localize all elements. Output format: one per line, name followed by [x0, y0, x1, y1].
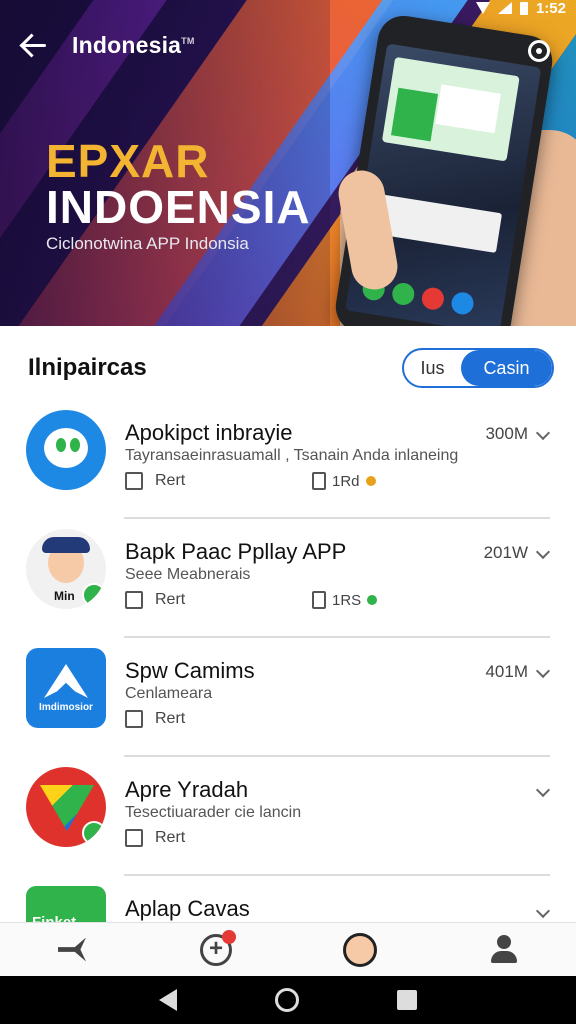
checkbox[interactable]	[125, 829, 143, 847]
hero-subtitle: Ciclonotwina APP Indonsia	[46, 234, 249, 253]
app-list: Apokipct inbrayie Tayransaeinrasuamall ,…	[0, 400, 576, 995]
recents-icon[interactable]	[397, 990, 417, 1010]
chevron-down-icon[interactable]	[535, 544, 551, 560]
item-meta: 1Rd	[312, 472, 376, 490]
nav-add-button[interactable]: +	[194, 928, 238, 972]
system-nav-bar	[0, 976, 576, 1024]
nav-profile-button[interactable]	[482, 928, 526, 972]
bottom-nav: +	[0, 922, 576, 976]
checkbox[interactable]	[125, 591, 143, 609]
item-title: Spw Camims	[125, 658, 255, 683]
chat-bubble-icon	[26, 410, 106, 490]
chevron-down-icon[interactable]	[535, 663, 551, 679]
item-checkbox-row[interactable]: Rert	[125, 472, 185, 490]
meta-value: 1RS	[332, 591, 362, 609]
chevron-down-icon[interactable]	[535, 903, 551, 919]
status-time: 1:52	[535, 0, 566, 17]
item-size: 401M	[485, 662, 528, 681]
plane-icon	[58, 937, 86, 962]
item-size: 201W	[483, 543, 528, 562]
status-dot-icon	[367, 595, 378, 605]
item-title: Apokipct inbrayie	[125, 420, 293, 445]
checkbox[interactable]	[125, 710, 143, 728]
app-bar: IndonesiaTM	[18, 30, 195, 60]
home-icon[interactable]	[275, 988, 299, 1012]
battery-icon	[519, 1, 528, 15]
chevron-down-icon[interactable]	[535, 425, 551, 441]
back-arrow-icon[interactable]	[18, 30, 48, 60]
item-checkbox-row[interactable]: Rert	[125, 829, 185, 847]
status-dot-icon	[365, 476, 376, 486]
item-checkbox-row[interactable]: Rert	[125, 710, 185, 728]
checkbox-label: Rert	[155, 710, 186, 727]
toggle-option-casin[interactable]: Casin	[460, 350, 552, 386]
meta-value: 1Rd	[332, 472, 360, 490]
list-item[interactable]: Apre Yradah Tesectiuarader cie lancin Re…	[0, 757, 576, 876]
wifi-icon	[475, 2, 490, 14]
item-subtitle: Tesectiuarader cie lancin	[125, 804, 302, 821]
hero-title-line1: EPXAR	[46, 135, 210, 187]
list-item[interactable]: Apokipct inbrayie Tayransaeinrasuamall ,…	[0, 400, 576, 519]
list-item[interactable]: Imdimosior Spw Camims Cenlameara Rert 40…	[0, 638, 576, 757]
toggle-option-ius[interactable]: Ius	[404, 350, 461, 386]
item-title: Aplap Cavas	[125, 896, 250, 921]
avatar-icon	[343, 932, 377, 967]
status-bar: 1:52	[475, 0, 566, 17]
checkbox-label: Rert	[155, 472, 186, 489]
phone-widget	[381, 56, 520, 162]
nav-avatar-button[interactable]	[338, 928, 382, 972]
imdimosior-icon: Imdimosior	[26, 648, 106, 728]
avatar-min-icon: Min	[26, 529, 106, 609]
item-meta: 1RS	[312, 591, 378, 609]
item-subtitle: Tayransaeinrasuamall , Tsanain Anda inla…	[125, 447, 459, 464]
signal-icon	[497, 2, 512, 14]
segmented-toggle: Ius Casin	[402, 348, 554, 388]
back-icon[interactable]	[159, 989, 177, 1011]
list-item[interactable]: Min Bapk Paac Ppllay APP Seee Meabnerais…	[0, 519, 576, 638]
item-title: Apre Yradah	[125, 777, 249, 802]
nav-plane-button[interactable]	[50, 928, 94, 972]
section-title: Ilnipaircas	[28, 354, 147, 381]
cast-icon[interactable]	[528, 40, 550, 62]
checkbox[interactable]	[125, 472, 143, 490]
item-subtitle: Cenlameara	[125, 685, 213, 702]
item-subtitle: Seee Meabnerais	[125, 566, 251, 583]
notification-badge	[222, 929, 236, 944]
checkbox-label: Rert	[155, 591, 186, 608]
document-icon	[312, 591, 326, 609]
page-title: IndonesiaTM	[72, 31, 195, 58]
play-triangle-icon	[26, 767, 106, 847]
chevron-down-icon[interactable]	[535, 782, 551, 798]
checkbox-label: Rert	[155, 829, 186, 846]
hero-title-line2: INDOENSIA	[46, 181, 311, 233]
document-icon	[312, 472, 326, 490]
profile-icon	[489, 934, 519, 965]
hero-banner: 1:52 IndonesiaTM EPXAR INDOENSIA Ciclono…	[0, 0, 576, 326]
item-checkbox-row[interactable]: Rert	[125, 591, 185, 609]
item-title: Bapk Paac Ppllay APP	[125, 539, 347, 564]
item-size: 300M	[485, 424, 528, 443]
